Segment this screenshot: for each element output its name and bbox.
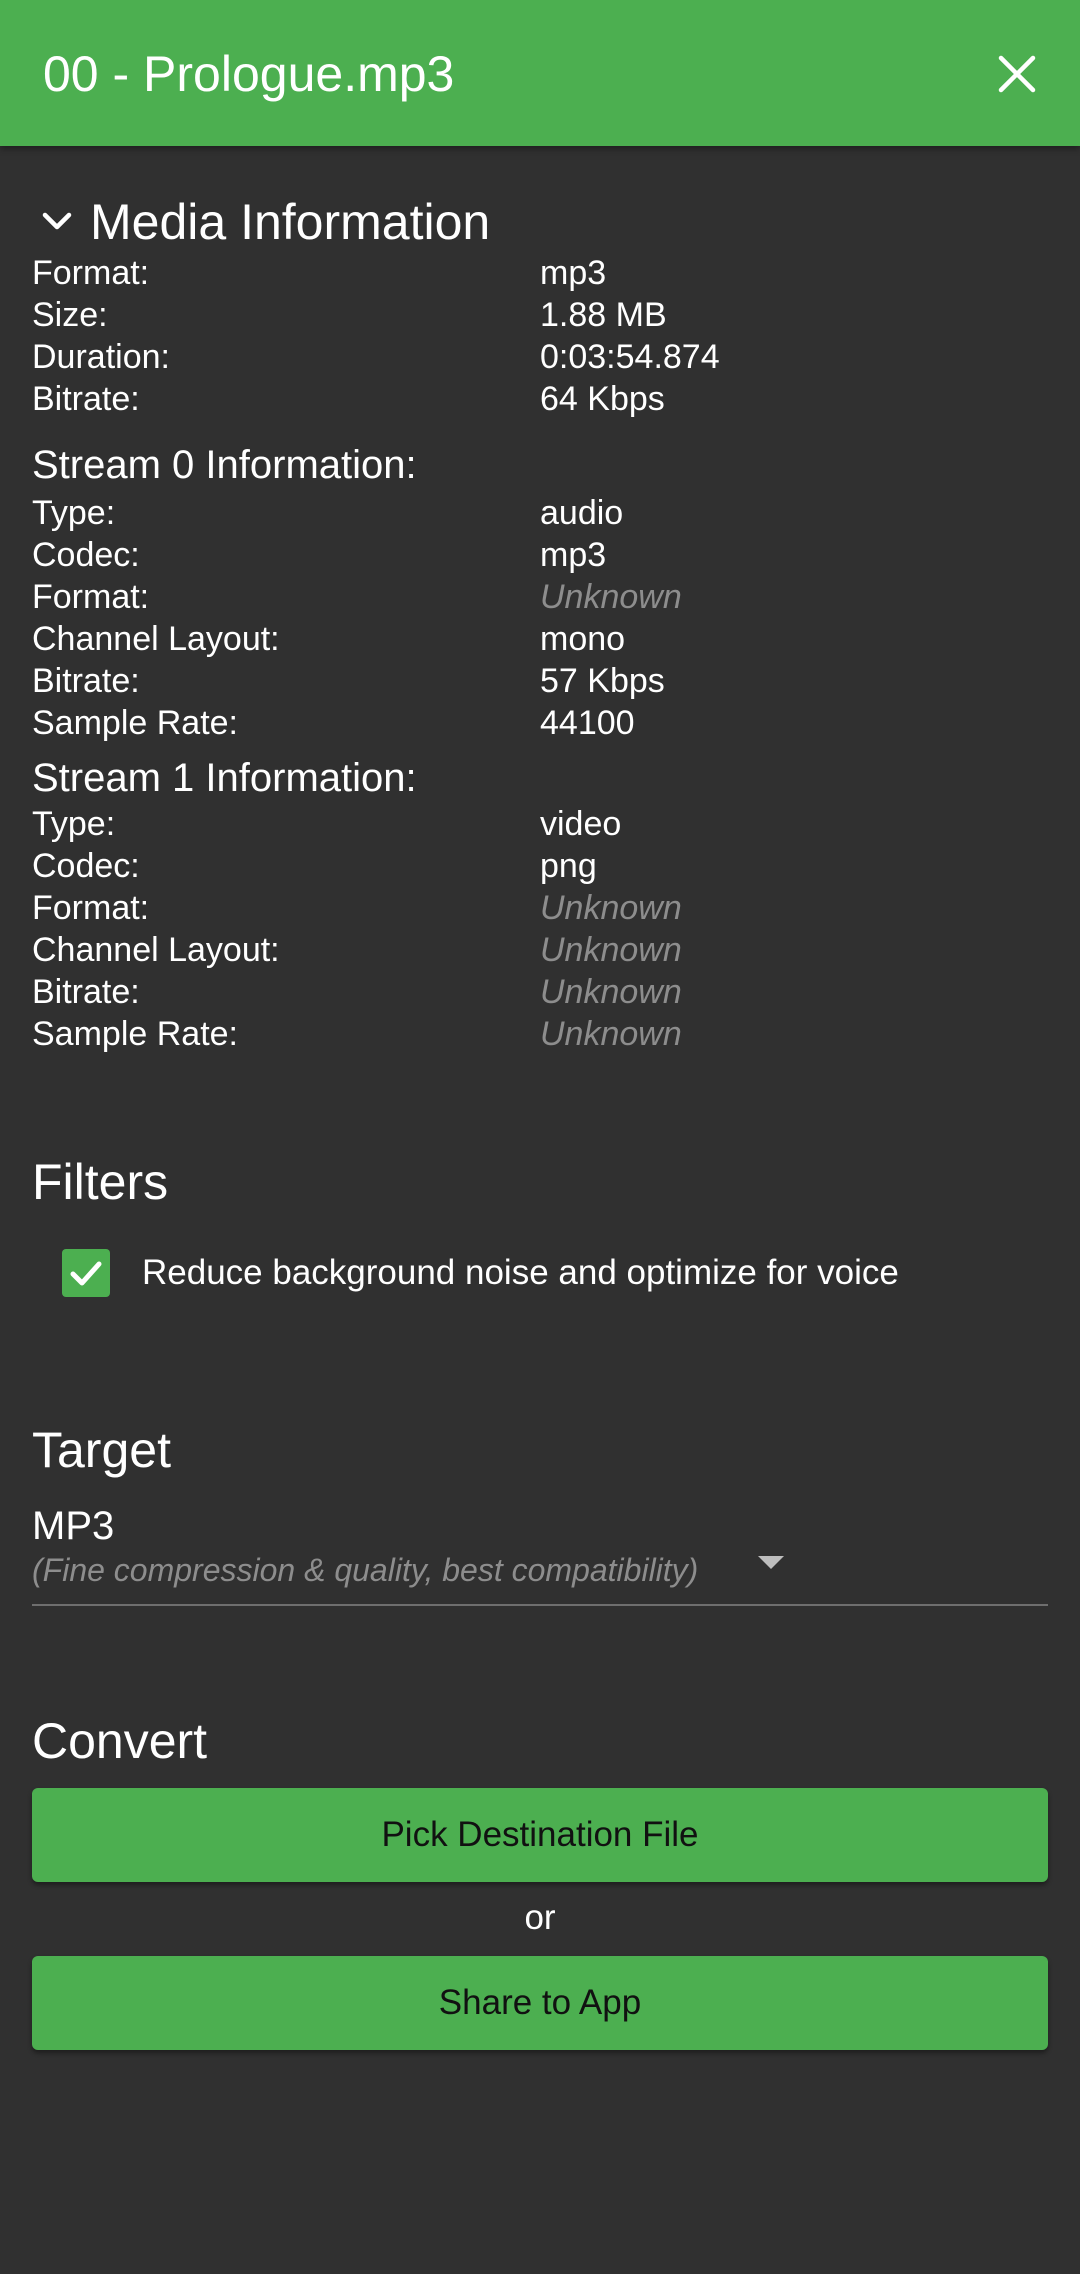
- info-value: Unknown: [540, 1015, 682, 1053]
- close-icon: [998, 55, 1036, 93]
- info-key: Format:: [32, 889, 150, 927]
- noise-filter-label: Reduce background noise and optimize for…: [142, 1253, 899, 1292]
- info-row: Channel Layout: mono: [32, 618, 1048, 660]
- info-row: Type: audio: [32, 492, 1048, 534]
- convert-heading: Convert: [32, 1713, 208, 1769]
- info-row: Bitrate: 57 Kbps: [32, 660, 1048, 702]
- target-heading: Target: [32, 1422, 171, 1478]
- info-value: 1.88 MB: [540, 296, 667, 334]
- info-key: Channel Layout:: [32, 931, 280, 969]
- info-row: Codec: mp3: [32, 534, 1048, 576]
- info-key: Bitrate:: [32, 973, 140, 1011]
- filters-heading: Filters: [32, 1154, 169, 1210]
- info-value: 44100: [540, 704, 635, 742]
- info-value: 64 Kbps: [540, 380, 665, 418]
- info-row: Duration: 0:03:54.874: [32, 336, 1048, 378]
- info-key: Type:: [32, 494, 116, 532]
- info-key: Bitrate:: [32, 662, 140, 700]
- target-description: (Fine compression & quality, best compat…: [32, 1552, 699, 1588]
- info-key: Size:: [32, 296, 108, 334]
- info-value: mono: [540, 620, 626, 658]
- chevron-down-icon: [42, 212, 72, 230]
- info-key: Channel Layout:: [32, 620, 280, 658]
- info-value: Unknown: [540, 973, 682, 1011]
- check-icon: [70, 1261, 102, 1286]
- share-to-app-button[interactable]: Share to App: [32, 1956, 1048, 2050]
- info-row: Bitrate: Unknown: [32, 971, 1048, 1013]
- target-selected-value: MP3: [32, 1504, 115, 1548]
- info-row: Channel Layout: Unknown: [32, 929, 1048, 971]
- info-value: mp3: [540, 254, 607, 292]
- info-key: Format:: [32, 578, 150, 616]
- info-row: Codec: png: [32, 845, 1048, 887]
- info-row: Size: 1.88 MB: [32, 294, 1048, 336]
- info-value: Unknown: [540, 578, 682, 616]
- info-value: video: [540, 805, 622, 843]
- info-row: Bitrate: 64 Kbps: [32, 378, 1048, 420]
- app-bar: 00 - Prologue.mp3: [0, 0, 1080, 146]
- app-title: 00 - Prologue.mp3: [43, 46, 455, 102]
- stream-1-heading: Stream 1 Information:: [32, 756, 417, 800]
- info-value: png: [540, 847, 597, 885]
- info-value: 57 Kbps: [540, 662, 665, 700]
- info-key: Codec:: [32, 847, 140, 885]
- info-row: Sample Rate: Unknown: [32, 1013, 1048, 1055]
- info-row: Sample Rate: 44100: [32, 702, 1048, 744]
- or-separator: or: [524, 1898, 556, 1937]
- info-value: Unknown: [540, 889, 682, 927]
- close-button[interactable]: [984, 46, 1050, 102]
- media-info-title: Media Information: [90, 194, 491, 250]
- info-key: Sample Rate:: [32, 704, 238, 742]
- info-row: Format: mp3: [32, 252, 1048, 294]
- info-value: 0:03:54.874: [540, 338, 720, 376]
- dropdown-arrow-icon: [758, 1556, 784, 1569]
- info-key: Duration:: [32, 338, 170, 376]
- info-key: Sample Rate:: [32, 1015, 238, 1053]
- info-key: Type:: [32, 805, 116, 843]
- info-row: Type: video: [32, 803, 1048, 845]
- noise-filter-option[interactable]: Reduce background noise and optimize for…: [62, 1248, 899, 1298]
- noise-filter-checkbox[interactable]: [62, 1249, 110, 1297]
- info-row: Format: Unknown: [32, 887, 1048, 929]
- info-value: audio: [540, 494, 624, 532]
- media-info-header[interactable]: Media Information: [40, 192, 490, 252]
- info-value: Unknown: [540, 931, 682, 969]
- info-row: Format: Unknown: [32, 576, 1048, 618]
- target-format-select[interactable]: MP3 (Fine compression & quality, best co…: [32, 1498, 1048, 1606]
- info-key: Format:: [32, 254, 150, 292]
- info-key: Codec:: [32, 536, 140, 574]
- info-key: Bitrate:: [32, 380, 140, 418]
- pick-destination-button[interactable]: Pick Destination File: [32, 1788, 1048, 1882]
- stream-0-heading: Stream 0 Information:: [32, 443, 417, 487]
- info-value: mp3: [540, 536, 607, 574]
